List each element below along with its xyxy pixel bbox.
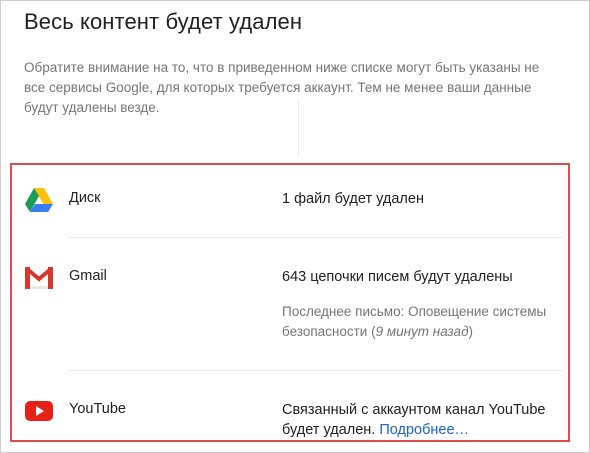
services-list: Диск 1 файл будет удален Gmail 643 цепоч…: [10, 163, 570, 442]
youtube-icon: [25, 401, 53, 426]
column-divider: [298, 99, 299, 157]
delete-account-dialog: Весь контент будет удален Обратите внима…: [0, 0, 590, 453]
google-drive-icon: [25, 188, 53, 217]
dialog-title: Весь контент будет удален: [24, 9, 303, 34]
service-name: Диск: [69, 190, 101, 206]
last-message-suffix: ): [468, 324, 474, 339]
service-status: 643 цепочки писем будут удалены: [282, 269, 513, 285]
service-row-drive: Диск 1 файл будет удален: [12, 165, 568, 237]
service-status: 1 файл будет удален: [282, 191, 424, 207]
service-name: Gmail: [69, 268, 107, 284]
service-row-gmail: Gmail 643 цепочки писем будут удалены По…: [12, 238, 568, 370]
gmail-icon: [24, 266, 54, 294]
service-row-youtube: YouTube Связанный с аккаунтом канал YouT…: [12, 371, 568, 440]
last-message-info: Последнее письмо: Оповещение системы без…: [282, 302, 567, 342]
service-status: Связанный с аккаунтом канал YouTube буде…: [282, 400, 567, 440]
last-message-time: 9 минут назад: [375, 324, 469, 339]
dialog-description: Обратите внимание на то, что в приведенн…: [24, 60, 540, 115]
service-name: YouTube: [69, 401, 126, 417]
learn-more-link[interactable]: Подробнее…: [379, 422, 469, 438]
